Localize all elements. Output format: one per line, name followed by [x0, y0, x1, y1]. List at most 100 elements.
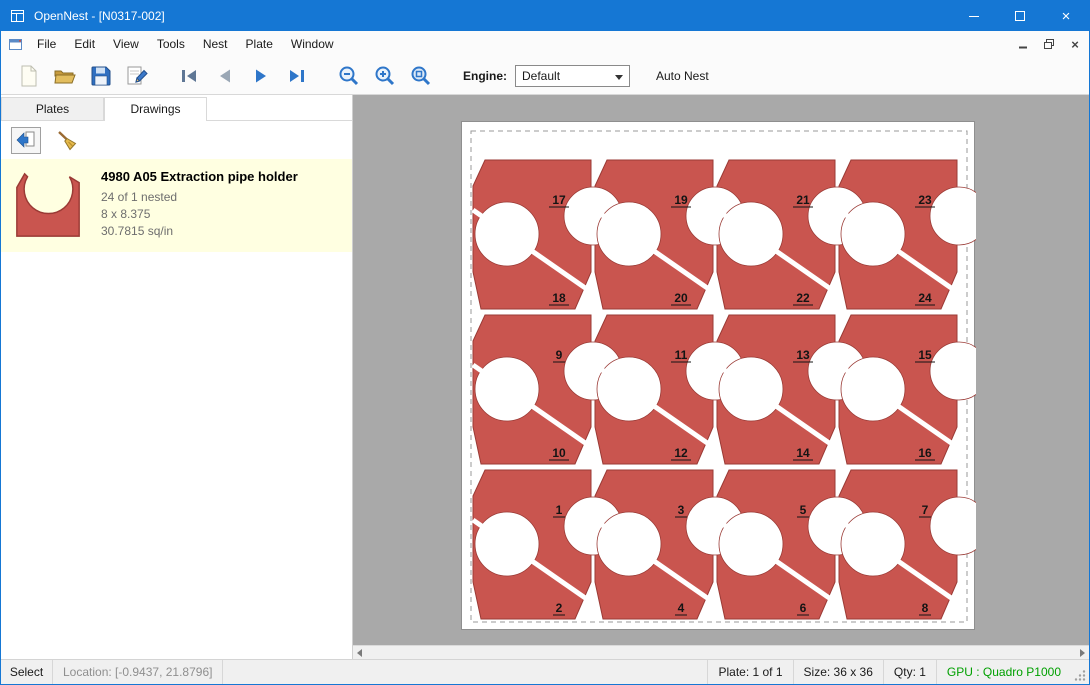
part-number-label: 15 — [918, 348, 932, 362]
menu-bar: File Edit View Tools Nest Plate Window × — [1, 31, 1089, 57]
main-toolbar: Engine: Default Auto Nest — [1, 57, 1089, 95]
auto-nest-button[interactable]: Auto Nest — [648, 65, 717, 87]
scroll-left-icon[interactable] — [357, 649, 362, 657]
part-number-label: 1 — [556, 503, 563, 517]
part-number-label: 4 — [678, 601, 685, 615]
zoom-out-button[interactable] — [331, 60, 367, 92]
zoom-out-icon — [337, 64, 361, 88]
close-button[interactable]: × — [1043, 1, 1089, 31]
engine-select[interactable]: Default — [515, 65, 630, 87]
import-drawing-button[interactable] — [11, 127, 41, 154]
app-icon — [10, 8, 26, 24]
zoom-in-button[interactable] — [367, 60, 403, 92]
status-bar: Select Location: [-0.9437, 21.8796] Plat… — [1, 659, 1089, 684]
title-bar: OpenNest - [N0317-002] × — [1, 1, 1089, 31]
menu-edit[interactable]: Edit — [65, 33, 104, 55]
app-window: OpenNest - [N0317-002] × File Edit View … — [0, 0, 1090, 685]
save-icon — [89, 64, 113, 88]
part-number-label: 8 — [922, 601, 929, 615]
part-number-label: 21 — [796, 193, 810, 207]
drawing-info: 4980 A05 Extraction pipe holder 24 of 1 … — [101, 166, 298, 240]
save-button[interactable] — [83, 60, 119, 92]
maximize-button[interactable] — [997, 1, 1043, 31]
part-number-label: 22 — [796, 291, 810, 305]
status-size: Size: 36 x 36 — [793, 660, 883, 684]
engine-value: Default — [522, 69, 560, 83]
menu-plate[interactable]: Plate — [237, 33, 282, 55]
drawing-title: 4980 A05 Extraction pipe holder — [101, 169, 298, 184]
menu-view[interactable]: View — [104, 33, 148, 55]
part-number-label: 2 — [556, 601, 563, 615]
status-mode: Select — [1, 660, 53, 684]
scroll-right-icon[interactable] — [1080, 649, 1085, 657]
go-first-icon — [177, 64, 201, 88]
part-number-label: 9 — [556, 348, 563, 362]
next-plate-button[interactable] — [243, 60, 279, 92]
window-title: OpenNest - [N0317-002] — [34, 9, 165, 23]
menu-file[interactable]: File — [28, 33, 65, 55]
clear-drawings-button[interactable] — [51, 127, 81, 154]
document-icon[interactable] — [8, 36, 24, 52]
part-number-label: 20 — [674, 291, 688, 305]
go-last-icon — [285, 64, 309, 88]
part-thumbnail — [11, 168, 85, 245]
drawing-nested-count: 24 of 1 nested — [101, 189, 298, 206]
drawings-toolbar — [1, 121, 352, 159]
menu-window[interactable]: Window — [282, 33, 343, 55]
part-number-label: 11 — [675, 348, 688, 362]
new-button[interactable] — [11, 60, 47, 92]
status-gpu: GPU : Quadro P1000 — [936, 660, 1071, 684]
part-number-label: 23 — [918, 193, 932, 207]
drawing-dimensions: 8 x 8.375 — [101, 206, 298, 223]
plate[interactable]: 171819202122232491011121314151612345678 — [461, 121, 975, 630]
go-previous-icon — [213, 64, 237, 88]
part-number-label: 17 — [552, 193, 566, 207]
zoom-in-icon — [373, 64, 397, 88]
broom-icon — [55, 129, 77, 151]
mdi-close-button[interactable]: × — [1063, 35, 1087, 53]
import-arrow-icon — [15, 129, 37, 151]
drawing-list-item[interactable]: 4980 A05 Extraction pipe holder 24 of 1 … — [1, 159, 352, 252]
new-file-icon — [17, 64, 41, 88]
go-next-icon — [249, 64, 273, 88]
previous-plate-button[interactable] — [207, 60, 243, 92]
resize-grip[interactable] — [1071, 660, 1089, 684]
zoom-fit-button[interactable] — [403, 60, 439, 92]
sidebar: Plates Drawings — [1, 95, 353, 659]
status-location: Location: [-0.9437, 21.8796] — [53, 660, 223, 684]
save-as-button[interactable] — [119, 60, 155, 92]
sidebar-tabs: Plates Drawings — [1, 95, 352, 121]
chevron-down-icon[interactable] — [615, 75, 623, 80]
part-number-label: 10 — [552, 446, 566, 460]
save-edit-icon — [125, 64, 149, 88]
part-number-label: 5 — [800, 503, 807, 517]
minimize-button[interactable] — [951, 1, 997, 31]
mdi-restore-button[interactable] — [1037, 35, 1061, 53]
status-plate: Plate: 1 of 1 — [707, 660, 792, 684]
first-plate-button[interactable] — [171, 60, 207, 92]
mdi-minimize-button[interactable] — [1011, 35, 1035, 53]
part-number-label: 16 — [918, 446, 932, 460]
part-number-label: 12 — [674, 446, 688, 460]
part-number-label: 24 — [918, 291, 932, 305]
open-folder-icon — [53, 64, 77, 88]
open-button[interactable] — [47, 60, 83, 92]
nest-canvas[interactable]: 171819202122232491011121314151612345678 — [353, 95, 1089, 659]
part-number-label: 7 — [922, 503, 929, 517]
last-plate-button[interactable] — [279, 60, 315, 92]
engine-label: Engine: — [463, 69, 507, 83]
nest-drawing: 171819202122232491011121314151612345678 — [462, 122, 976, 631]
part-number-label: 3 — [678, 503, 685, 517]
part-number-label: 19 — [674, 193, 688, 207]
drawing-area: 30.7815 sq/in — [101, 223, 298, 240]
part-number-label: 6 — [800, 601, 807, 615]
zoom-fit-icon — [409, 64, 433, 88]
status-qty: Qty: 1 — [883, 660, 936, 684]
tab-plates[interactable]: Plates — [1, 97, 104, 120]
part-number-label: 14 — [796, 446, 810, 460]
tab-drawings[interactable]: Drawings — [104, 97, 207, 121]
menu-tools[interactable]: Tools — [148, 33, 194, 55]
part-number-label: 18 — [552, 291, 566, 305]
horizontal-scrollbar[interactable] — [353, 645, 1089, 659]
menu-nest[interactable]: Nest — [194, 33, 237, 55]
